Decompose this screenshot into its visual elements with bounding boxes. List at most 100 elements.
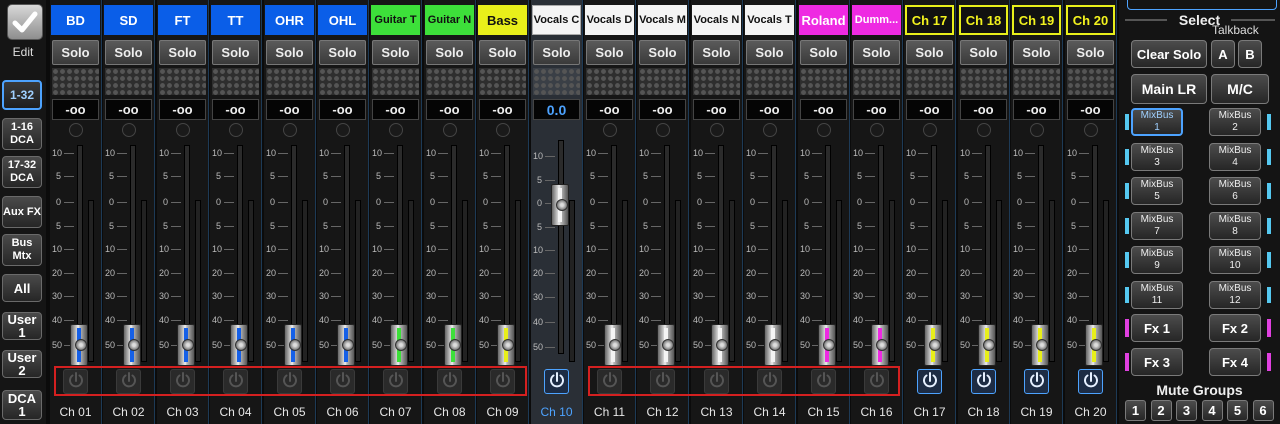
mixbus-button[interactable]: MixBus 8: [1209, 211, 1261, 240]
solo-button[interactable]: Solo: [159, 40, 206, 65]
fx-button[interactable]: Fx 1: [1131, 314, 1183, 342]
channel-name-button[interactable]: Vocals T: [745, 5, 794, 35]
solo-button[interactable]: Solo: [1013, 40, 1060, 65]
channel-name-button[interactable]: Bass: [478, 5, 527, 35]
channel-name-button[interactable]: FT: [158, 5, 207, 35]
view-button-1-16-dca[interactable]: 1-16 DCA: [2, 118, 42, 150]
fx-button[interactable]: Fx 3: [1131, 348, 1183, 376]
mute-group-button[interactable]: 1: [1125, 400, 1146, 421]
solo-button[interactable]: Solo: [586, 40, 633, 65]
pan-indicator[interactable]: [266, 68, 313, 95]
solo-button[interactable]: Solo: [693, 40, 740, 65]
mute-group-button[interactable]: 2: [1150, 400, 1172, 421]
pan-indicator[interactable]: [159, 68, 206, 95]
solo-button[interactable]: Solo: [426, 40, 473, 65]
solo-button[interactable]: Solo: [800, 40, 847, 65]
channel-name-button[interactable]: Roland: [799, 5, 848, 35]
solo-button[interactable]: Solo: [52, 40, 99, 65]
fader-knob[interactable]: [764, 324, 782, 366]
pan-indicator[interactable]: [1013, 68, 1060, 95]
mixbus-button[interactable]: MixBus 12: [1209, 280, 1261, 309]
pan-indicator[interactable]: [1067, 68, 1114, 95]
edit-button[interactable]: [7, 4, 43, 40]
mixbus-button[interactable]: MixBus 6: [1209, 177, 1261, 205]
mixbus-button[interactable]: MixBus 5: [1131, 177, 1183, 205]
mixbus-button[interactable]: MixBus 9: [1131, 246, 1183, 274]
pan-indicator[interactable]: [960, 68, 1007, 95]
pan-indicator[interactable]: [746, 68, 793, 95]
channel-power-button[interactable]: [170, 369, 195, 394]
fader-knob[interactable]: [497, 324, 515, 366]
view-button-user-2[interactable]: User 2: [2, 350, 42, 378]
channel-power-button[interactable]: [544, 369, 569, 394]
channel-name-button[interactable]: TT: [211, 5, 260, 35]
mixbus-button[interactable]: MixBus 4: [1209, 142, 1261, 171]
channel-power-button[interactable]: [330, 369, 355, 394]
channel-power-button[interactable]: [811, 369, 836, 394]
clear-solo-button[interactable]: Clear Solo: [1131, 40, 1207, 68]
channel-name-button[interactable]: OHL: [318, 5, 367, 35]
fader-knob[interactable]: [70, 324, 88, 366]
channel-power-button[interactable]: [437, 369, 462, 394]
mc-button[interactable]: M/C: [1211, 74, 1269, 104]
channel-power-button[interactable]: [1024, 369, 1049, 394]
fader-knob[interactable]: [1031, 324, 1049, 366]
channel-power-button[interactable]: [650, 369, 675, 394]
talkback-a-button[interactable]: A: [1211, 40, 1235, 68]
channel-name-button[interactable]: Vocals D: [585, 5, 634, 35]
channel-name-button[interactable]: Vocals M: [638, 5, 687, 35]
pan-indicator[interactable]: [693, 68, 740, 95]
fader-knob[interactable]: [177, 324, 195, 366]
fader-knob[interactable]: [657, 324, 675, 366]
mixbus-button[interactable]: MixBus 10: [1209, 246, 1261, 274]
mixbus-button[interactable]: MixBus 1: [1131, 108, 1183, 136]
fader-knob[interactable]: [978, 324, 996, 366]
channel-name-button[interactable]: Guitar N: [425, 5, 474, 35]
channel-power-button[interactable]: [116, 369, 141, 394]
fx-button[interactable]: Fx 2: [1209, 314, 1261, 342]
view-button-1-32[interactable]: 1-32: [2, 80, 42, 110]
solo-button[interactable]: Solo: [105, 40, 152, 65]
fader-knob[interactable]: [337, 324, 355, 366]
channel-power-button[interactable]: [490, 369, 515, 394]
fader-knob[interactable]: [924, 324, 942, 366]
fader-knob[interactable]: [390, 324, 408, 366]
view-button-aux-fx[interactable]: Aux FX: [2, 196, 42, 228]
view-button-dca-1[interactable]: DCA 1: [2, 390, 42, 420]
channel-power-button[interactable]: [704, 369, 729, 394]
pan-indicator[interactable]: [533, 68, 580, 95]
channel-power-button[interactable]: [1078, 369, 1103, 394]
fader-knob[interactable]: [444, 324, 462, 366]
channel-name-button[interactable]: SD: [104, 5, 153, 35]
pan-indicator[interactable]: [906, 68, 953, 95]
pan-indicator[interactable]: [800, 68, 847, 95]
mute-group-button[interactable]: 3: [1176, 400, 1197, 421]
channel-power-button[interactable]: [864, 369, 889, 394]
channel-name-button[interactable]: Ch 19: [1012, 5, 1061, 35]
fader-knob[interactable]: [1085, 324, 1103, 366]
fader-knob[interactable]: [711, 324, 729, 366]
channel-power-button[interactable]: [277, 369, 302, 394]
view-button-17-32-dca[interactable]: 17-32 DCA: [2, 156, 42, 188]
channel-name-button[interactable]: Vocals C: [532, 5, 581, 35]
fader-knob[interactable]: [284, 324, 302, 366]
solo-button[interactable]: Solo: [639, 40, 686, 65]
solo-button[interactable]: Solo: [266, 40, 313, 65]
pan-indicator[interactable]: [372, 68, 419, 95]
channel-name-button[interactable]: Dumm...: [852, 5, 901, 35]
fader-knob[interactable]: [230, 324, 248, 366]
mixbus-button[interactable]: MixBus 3: [1131, 142, 1183, 171]
talkback-b-button[interactable]: B: [1238, 40, 1262, 68]
channel-power-button[interactable]: [597, 369, 622, 394]
pan-indicator[interactable]: [639, 68, 686, 95]
channel-power-button[interactable]: [63, 369, 88, 394]
fader-knob[interactable]: [818, 324, 836, 366]
pan-indicator[interactable]: [426, 68, 473, 95]
solo-button[interactable]: Solo: [960, 40, 1007, 65]
pan-indicator[interactable]: [212, 68, 259, 95]
pan-indicator[interactable]: [586, 68, 633, 95]
pan-indicator[interactable]: [52, 68, 99, 95]
channel-power-button[interactable]: [223, 369, 248, 394]
channel-name-button[interactable]: Ch 17: [905, 5, 954, 35]
channel-name-button[interactable]: OHR: [265, 5, 314, 35]
